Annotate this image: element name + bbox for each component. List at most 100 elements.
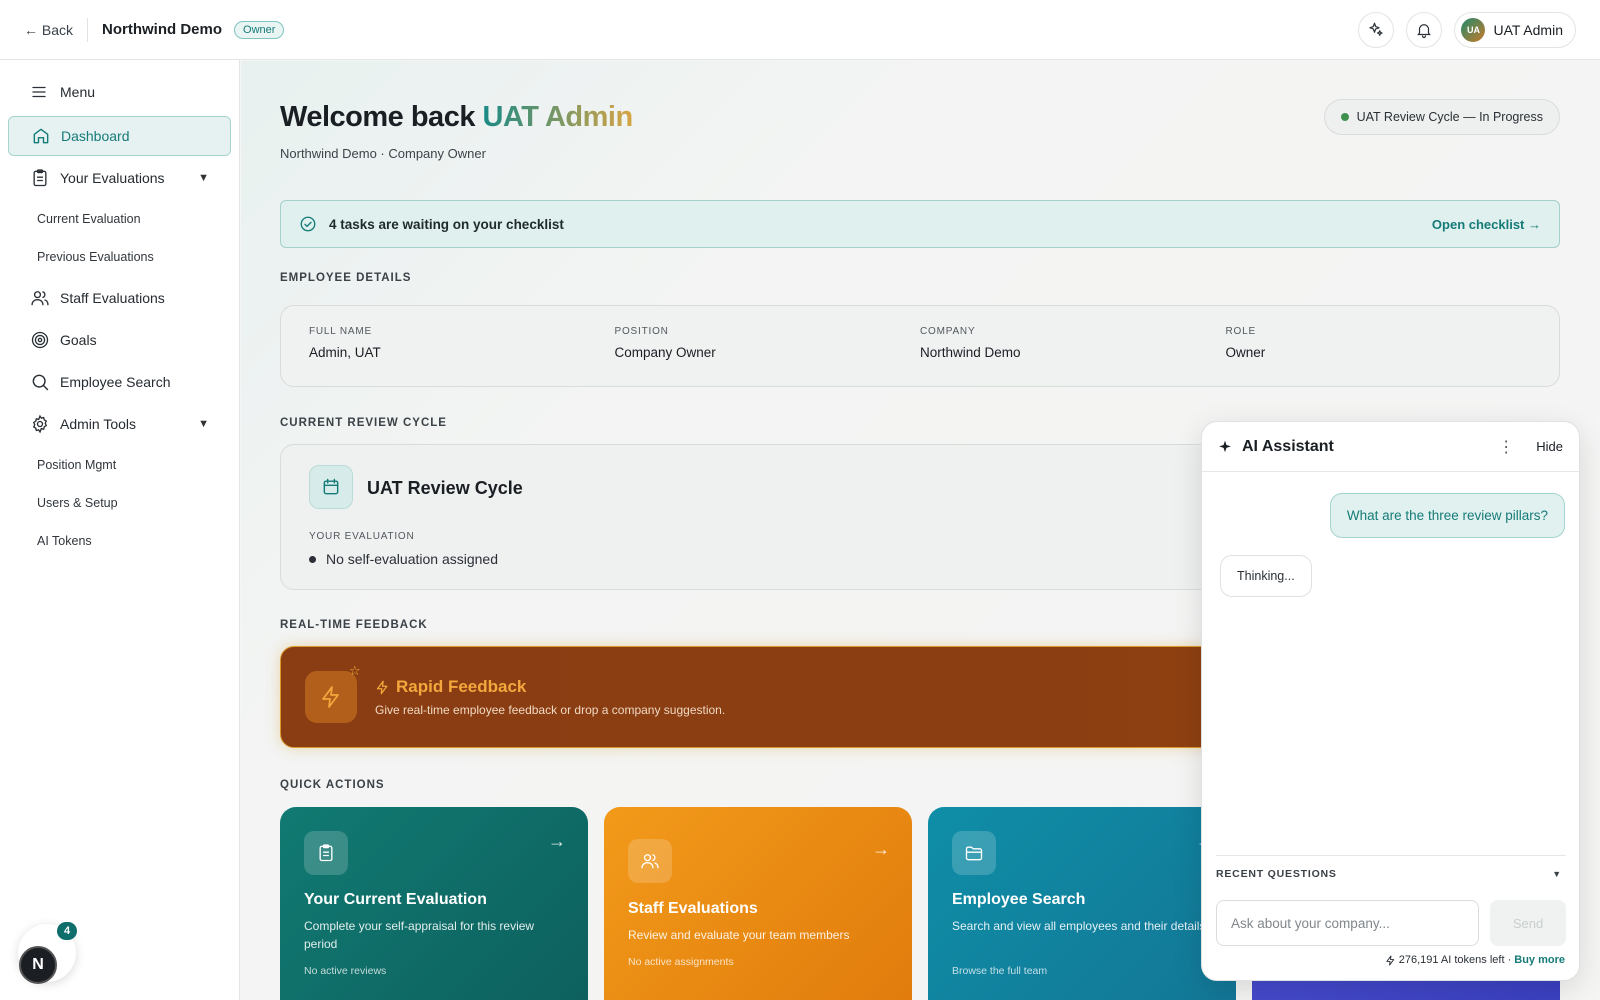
quick-action-employee-search[interactable]: → Employee Search Search and view all em… xyxy=(928,807,1236,1000)
sidebar-item-employee-search[interactable]: Employee Search xyxy=(8,362,231,402)
checklist-text: 4 tasks are waiting on your checklist xyxy=(329,216,564,232)
calendar-icon-box xyxy=(309,465,353,509)
ai-sparkle-button[interactable] xyxy=(1358,11,1395,48)
gear-icon xyxy=(30,414,50,434)
qa-description: Complete your self-appraisal for this re… xyxy=(304,919,535,951)
qa-title: Staff Evaluations xyxy=(628,900,758,917)
target-icon xyxy=(30,330,50,350)
review-cycle-heading: CURRENT REVIEW CYCLE xyxy=(280,417,447,429)
lightning-icon xyxy=(375,680,390,695)
sidebar-item-dashboard[interactable]: Dashboard xyxy=(8,116,231,156)
recent-questions-toggle[interactable]: RECENT QUESTIONS ▼ xyxy=(1216,855,1566,880)
sidebar-item-label: Employee Search xyxy=(60,374,171,390)
sidebar-item-staff-evaluations[interactable]: Staff Evaluations xyxy=(8,278,231,318)
qa-description: Search and view all employees and their … xyxy=(952,919,1206,933)
search-icon xyxy=(30,372,50,392)
detail-full-name: FULL NAME Admin, UAT xyxy=(309,326,615,366)
divider xyxy=(87,17,89,42)
ai-panel-header: AI Assistant ⋮ Hide xyxy=(1202,422,1579,472)
user-message: What are the three review pillars? xyxy=(1329,493,1565,538)
welcome-name: UAT Admin xyxy=(482,101,634,133)
sidebar-item-current-evaluation[interactable]: Current Evaluation xyxy=(0,200,239,238)
sidebar-item-label: Dashboard xyxy=(61,128,130,144)
users-icon xyxy=(30,288,50,308)
bullet-dot xyxy=(309,555,316,563)
detail-key: COMPANY xyxy=(920,326,976,337)
detail-key: ROLE xyxy=(1225,326,1256,337)
menu-toggle[interactable]: Menu xyxy=(8,74,231,110)
user-menu[interactable]: UA UAT Admin xyxy=(1454,11,1576,48)
users-icon xyxy=(640,851,660,871)
detail-company: COMPANY Northwind Demo xyxy=(920,326,1226,366)
sidebar-item-previous-evaluations[interactable]: Previous Evaluations xyxy=(0,238,239,276)
welcome-prefix: Welcome back xyxy=(280,101,475,133)
bell-icon xyxy=(1415,21,1433,39)
check-circle-icon xyxy=(299,215,317,233)
review-cycle-status-pill[interactable]: UAT Review Cycle — In Progress xyxy=(1323,99,1560,135)
token-count-text: 276,191 AI tokens left · xyxy=(1398,954,1512,966)
sidebar-item-users-setup[interactable]: Users & Setup xyxy=(0,484,239,522)
sidebar-item-admin-tools[interactable]: Admin Tools ▼ xyxy=(8,404,231,444)
sidebar-item-label: Staff Evaluations xyxy=(60,290,165,306)
floating-launcher: N 4 xyxy=(18,922,77,984)
ai-question-input[interactable] xyxy=(1216,900,1479,946)
ai-token-balance: 276,191 AI tokens left · Buy more xyxy=(1385,954,1565,966)
qa-title: Your Current Evaluation xyxy=(304,891,487,908)
more-options-icon[interactable]: ⋮ xyxy=(1496,437,1516,457)
hide-button[interactable]: Hide xyxy=(1536,439,1563,454)
qa-footer: Browse the full team xyxy=(952,965,1048,977)
company-title: Northwind Demo xyxy=(102,21,223,38)
sidebar-item-ai-tokens[interactable]: AI Tokens xyxy=(0,522,239,560)
floating-n-button[interactable]: N xyxy=(19,946,57,984)
hamburger-icon xyxy=(30,83,48,101)
detail-key: POSITION xyxy=(614,326,669,337)
arrow-right-icon: → xyxy=(872,839,890,859)
feedback-heading: REAL-TIME FEEDBACK xyxy=(280,619,428,631)
folder-icon xyxy=(964,843,984,863)
page-title: Welcome back UAT Admin xyxy=(280,101,633,134)
caret-down-icon: ▼ xyxy=(198,172,209,184)
open-checklist-link[interactable]: Open checklist → xyxy=(1432,217,1541,232)
lightning-icon xyxy=(319,685,343,709)
employee-details-heading: EMPLOYEE DETAILS xyxy=(280,272,412,284)
qa-icon-box xyxy=(952,831,996,875)
detail-value: Admin, UAT xyxy=(309,345,381,360)
checklist-banner: 4 tasks are waiting on your checklist Op… xyxy=(280,200,1560,248)
qa-icon-box xyxy=(304,831,348,875)
notification-count-badge: 4 xyxy=(57,922,77,940)
sparkle-icon xyxy=(1367,21,1385,39)
ai-assistant-panel: AI Assistant ⋮ Hide What are the three r… xyxy=(1201,421,1580,981)
quick-action-current-evaluation[interactable]: → Your Current Evaluation Complete your … xyxy=(280,807,588,1000)
buy-more-link[interactable]: Buy more xyxy=(1514,954,1565,966)
sidebar-item-goals[interactable]: Goals xyxy=(8,320,231,360)
sidebar-item-position-mgmt[interactable]: Position Mgmt xyxy=(0,446,239,484)
back-label: ← Back xyxy=(24,21,74,38)
topbar-actions: UA UAT Admin xyxy=(1358,11,1576,48)
assistant-message: Thinking... xyxy=(1220,555,1312,597)
review-cycle-title: UAT Review Cycle xyxy=(367,478,523,498)
quick-action-staff-evaluations[interactable]: → Staff Evaluations Review and evaluate … xyxy=(604,807,912,1000)
avatar: UA xyxy=(1461,17,1486,42)
detail-role: ROLE Owner xyxy=(1226,326,1532,366)
back-button[interactable]: ← Back xyxy=(24,22,73,38)
evaluation-status: No self-evaluation assigned xyxy=(309,551,498,567)
lightning-icon xyxy=(1385,954,1396,966)
qa-footer: No active reviews xyxy=(304,965,387,977)
user-name: UAT Admin xyxy=(1493,21,1563,38)
clipboard-icon xyxy=(30,168,50,188)
arrow-right-icon: → xyxy=(548,831,566,851)
detail-value: Owner xyxy=(1225,345,1266,360)
sidebar-item-label: Goals xyxy=(60,332,97,348)
qa-icon-box xyxy=(628,839,672,883)
sparkle-icon xyxy=(1218,440,1232,454)
top-bar: ← Back Northwind Demo Owner UA UAT Admin xyxy=(0,0,1600,60)
sidebar-item-your-evaluations[interactable]: Your Evaluations ▼ xyxy=(8,158,231,198)
clipboard-icon xyxy=(316,843,336,863)
caret-down-icon: ▼ xyxy=(198,418,209,430)
evaluation-status-text: No self-evaluation assigned xyxy=(326,551,498,567)
notifications-button[interactable] xyxy=(1406,11,1443,48)
qa-footer: No active assignments xyxy=(628,956,734,968)
send-button[interactable]: Send xyxy=(1490,900,1566,946)
home-icon xyxy=(31,126,51,146)
role-badge: Owner xyxy=(234,20,285,39)
